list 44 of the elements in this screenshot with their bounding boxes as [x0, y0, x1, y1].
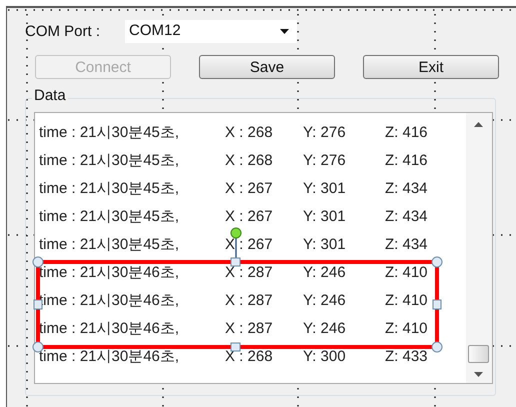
form-button[interactable]: Save	[199, 55, 335, 79]
scroll-up-icon[interactable]	[474, 122, 483, 127]
list-entry-text: Z: 434	[385, 179, 428, 199]
list-entry-text: time : 21시30분45초,	[39, 151, 180, 171]
list-entry-text: Z: 434	[385, 235, 428, 255]
list-entry-text: time : 21시30분46초,	[39, 263, 180, 283]
list-entry-text: Z: 410	[385, 263, 428, 283]
list-entry-text: time : 21시30분45초,	[39, 179, 180, 199]
list-entry-text: X : 287	[225, 263, 273, 283]
list-entry-text: time : 21시30분46초,	[39, 319, 180, 339]
list-entry-text: X : 268	[225, 347, 273, 367]
list-entry-text: Z: 433	[385, 347, 428, 367]
list-entry-text: Z: 416	[385, 151, 428, 171]
list-entry-text: X : 267	[225, 207, 273, 227]
list-entry-text: Z: 416	[385, 123, 428, 143]
scrollbar[interactable]	[466, 113, 492, 383]
list-entry-text: Y: 301	[303, 179, 346, 199]
list-entry-text: X : 287	[225, 291, 273, 311]
list-entry-text: Z: 410	[385, 319, 428, 339]
list-entry-text: X : 267	[225, 235, 273, 255]
com-port-dropdown[interactable]: COM12	[125, 20, 297, 43]
dropdown-arrow-icon	[280, 29, 289, 34]
list-entry-text: Y: 301	[303, 207, 346, 227]
list-entry-text: Z: 410	[385, 291, 428, 311]
scroll-down-icon[interactable]	[474, 372, 483, 377]
list-entry-text: Z: 434	[385, 207, 428, 227]
list-entry-text: Y: 246	[303, 263, 346, 283]
com-port-label: COM Port :	[25, 22, 100, 42]
list-entry-text: Y: 276	[303, 123, 346, 143]
list-entry-text: X : 287	[225, 319, 273, 339]
list-entry-text: Y: 246	[303, 319, 346, 339]
list-entry-text: Y: 246	[303, 291, 346, 311]
list-entry-text: time : 21시30분46초,	[39, 347, 180, 367]
list-entry-text: X : 268	[225, 123, 273, 143]
list-entry-text: Y: 276	[303, 151, 346, 171]
list-entry-text: X : 268	[225, 151, 273, 171]
list-entry-text: X : 267	[225, 179, 273, 199]
list-entry-text: time : 21시30분45초,	[39, 207, 180, 227]
list-entry-text: time : 21시30분45초,	[39, 123, 180, 143]
form-button[interactable]: Exit	[363, 55, 499, 79]
list-entry-text: time : 21시30분45초,	[39, 235, 180, 255]
scroll-thumb[interactable]	[468, 345, 489, 363]
list-entry-text: Y: 300	[303, 347, 346, 367]
list-entry-text: Y: 301	[303, 235, 346, 255]
